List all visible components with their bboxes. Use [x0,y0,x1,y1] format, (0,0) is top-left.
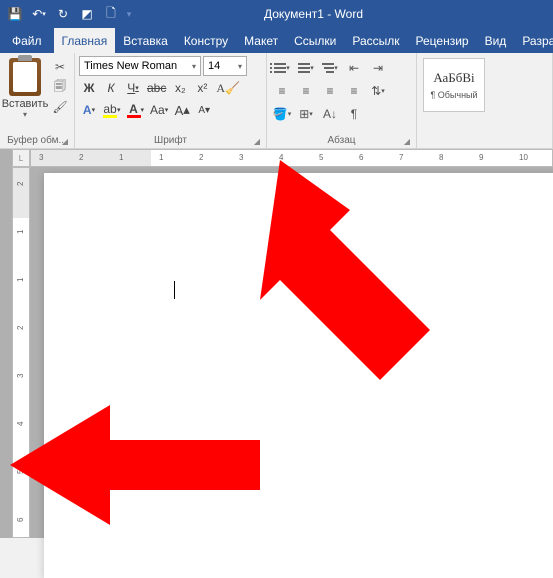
format-painter-icon[interactable]: 🖌 [50,98,70,116]
decrease-indent-button[interactable]: ⇤ [343,58,365,78]
vertical-ruler[interactable]: 21123456 [12,167,30,538]
undo-icon[interactable]: ↶▾ [28,3,50,25]
text-effects-button[interactable]: A▾ [79,100,99,120]
save-icon[interactable]: 💾 [4,3,26,25]
horizontal-ruler[interactable]: 32112345678910 [30,149,553,167]
style-sample-text: АаБбВі [433,70,474,86]
italic-button[interactable]: К [101,78,121,98]
paste-label: Вставить [2,98,49,110]
window-title: Документ1 - Word [134,7,553,21]
justify-button[interactable]: ≡ [343,81,365,101]
new-doc-icon[interactable]: 🗋 [100,3,122,25]
cut-icon[interactable]: ✂ [50,58,70,76]
clipboard-icon [9,58,41,96]
tab-review[interactable]: Рецензир [408,28,477,53]
align-left-button[interactable]: ≡ [271,81,293,101]
tab-file[interactable]: Файл [0,28,54,53]
paragraph-launcher-icon[interactable]: ◢ [404,137,410,146]
strike-button[interactable]: abc [145,78,168,98]
paste-button[interactable]: Вставить ▾ [4,56,46,119]
line-spacing-button[interactable]: ⇅▾ [367,81,389,101]
style-name-text: ¶ Обычный [430,90,477,100]
increase-indent-button[interactable]: ⇥ [367,58,389,78]
align-center-button[interactable]: ≡ [295,81,317,101]
multilevel-button[interactable]: ▾ [319,58,341,78]
paragraph-group-label: Абзац ◢ [271,133,412,148]
font-name-combo[interactable]: Times New Roman▾ [79,56,201,76]
ruler-corner[interactable]: L [12,149,30,167]
tab-design[interactable]: Констру [176,28,236,53]
font-color-button[interactable]: A▾ [125,100,147,120]
clipboard-group-label: Буфер обм... ◢ [4,133,70,148]
quick-access-toolbar: 💾 ↶▾ ↻ ◩ 🗋 ▾ [0,3,134,25]
align-right-button[interactable]: ≡ [319,81,341,101]
redo-icon[interactable]: ↻ [52,3,74,25]
font-group-label: Шрифт ◢ [79,133,262,148]
clipboard-launcher-icon[interactable]: ◢ [62,137,68,146]
tab-insert[interactable]: Вставка [115,28,176,53]
document-page[interactable] [44,173,553,578]
highlight-button[interactable]: ab▾ [101,100,123,120]
tab-layout[interactable]: Макет [236,28,286,53]
styles-group-label [421,144,548,148]
shrink-font-button[interactable]: A▾ [194,100,214,120]
tab-references[interactable]: Ссылки [286,28,344,53]
subscript-button[interactable]: x₂ [170,78,190,98]
tab-mailings[interactable]: Рассылк [344,28,407,53]
ribbon-tabs: Файл Главная Вставка Констру Макет Ссылк… [0,28,553,53]
font-size-combo[interactable]: 14▾ [203,56,247,76]
borders-button[interactable]: ⊞▾ [295,104,317,124]
show-marks-button[interactable]: ¶ [343,104,365,124]
grow-font-button[interactable]: A▴ [172,100,192,120]
group-paragraph: ▾ ▾ ▾ ⇤ ⇥ ≡ ≡ ≡ ≡ ⇅▾ 🪣▾ ⊞▾ A↓ ¶ Абзац [267,53,417,148]
tab-developer[interactable]: Разрабо [514,28,553,53]
tab-view[interactable]: Вид [477,28,515,53]
tab-home[interactable]: Главная [54,28,116,53]
text-cursor [174,281,175,299]
underline-button[interactable]: Ч▾ [123,78,143,98]
clear-format-button[interactable]: A🧹 [214,78,242,98]
sort-button[interactable]: A↓ [319,104,341,124]
style-normal[interactable]: АаБбВі ¶ Обычный [423,58,485,112]
group-clipboard: Вставить ▾ ✂ 🗐 🖌 Буфер обм... ◢ [0,53,75,148]
ribbon: Вставить ▾ ✂ 🗐 🖌 Буфер обм... ◢ Times Ne… [0,53,553,149]
change-case-button[interactable]: Aa▾ [148,100,170,120]
group-font: Times New Roman▾ 14▾ Ж К Ч▾ abc x₂ x² A🧹… [75,53,267,148]
bold-button[interactable]: Ж [79,78,99,98]
title-bar: 💾 ↶▾ ↻ ◩ 🗋 ▾ Документ1 - Word [0,0,553,28]
group-styles: АаБбВі ¶ Обычный [417,53,553,148]
superscript-button[interactable]: x² [192,78,212,98]
copy-icon[interactable]: 🗐 [50,78,70,96]
qat-icon[interactable]: ◩ [76,3,98,25]
bullets-button[interactable]: ▾ [271,58,293,78]
font-launcher-icon[interactable]: ◢ [254,137,260,146]
numbering-button[interactable]: ▾ [295,58,317,78]
document-area: L 32112345678910 21123456 [0,149,553,538]
shading-button[interactable]: 🪣▾ [271,104,293,124]
qat-customize-icon[interactable]: ▾ [124,9,134,20]
